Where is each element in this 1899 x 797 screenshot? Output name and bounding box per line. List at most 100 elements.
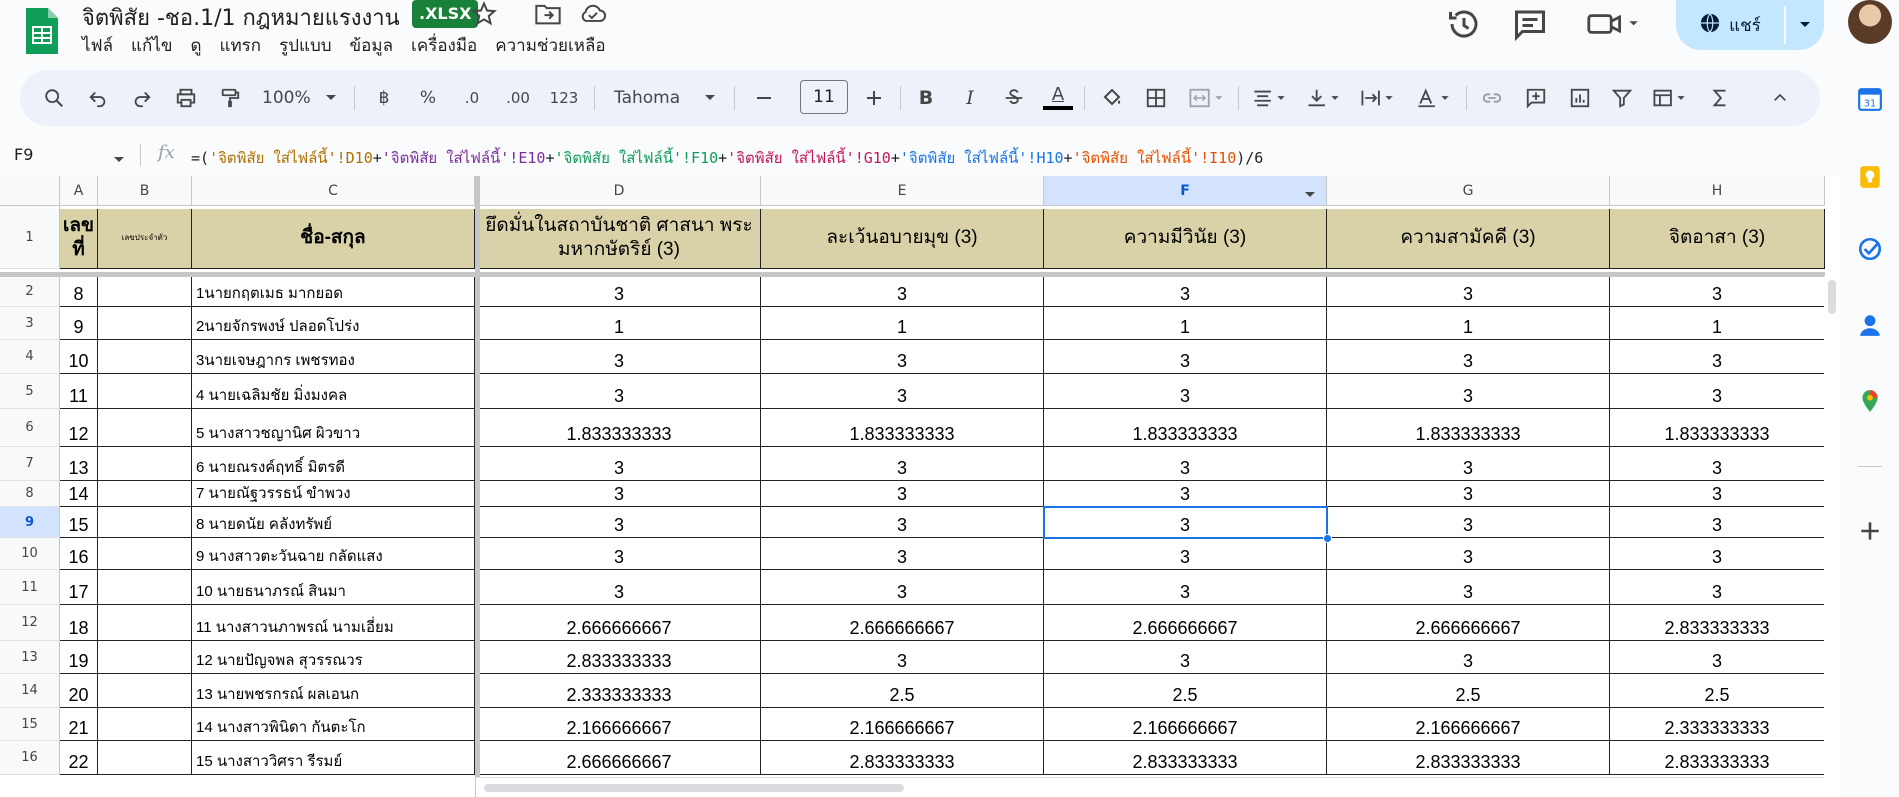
cell-a13[interactable]: 19 bbox=[60, 641, 98, 674]
column-header-f[interactable]: F bbox=[1044, 176, 1327, 206]
column-header-b[interactable]: B bbox=[98, 176, 192, 206]
text-wrapping-icon[interactable] bbox=[1354, 80, 1402, 116]
cell-d3[interactable]: 1 bbox=[478, 307, 761, 340]
cell-g14[interactable]: 2.5 bbox=[1327, 674, 1610, 708]
cell-c6[interactable]: 5 นางสาวชญานิศ ผิวขาว bbox=[192, 409, 475, 447]
cell-b4[interactable] bbox=[98, 340, 192, 374]
cell-b16[interactable] bbox=[98, 741, 192, 775]
cell-h13[interactable]: 3 bbox=[1610, 641, 1825, 674]
cell-g16[interactable]: 2.833333333 bbox=[1327, 741, 1610, 775]
row-header-1[interactable]: 1 bbox=[0, 206, 60, 269]
merge-cells-icon[interactable] bbox=[1182, 80, 1230, 116]
text-rotation-icon[interactable] bbox=[1410, 80, 1458, 116]
cell-b10[interactable] bbox=[98, 538, 192, 570]
cell-a3[interactable]: 9 bbox=[60, 307, 98, 340]
select-all-corner[interactable] bbox=[0, 176, 60, 206]
add-addon-icon[interactable] bbox=[1857, 518, 1883, 544]
cell-a10[interactable]: 16 bbox=[60, 538, 98, 570]
header-cell-b[interactable]: เลขประจำตัว bbox=[98, 209, 192, 269]
vertical-align-icon[interactable] bbox=[1300, 80, 1348, 116]
cell-g7[interactable]: 3 bbox=[1327, 447, 1610, 481]
cell-f6[interactable]: 1.833333333 bbox=[1044, 409, 1327, 447]
name-box[interactable]: F9 bbox=[14, 145, 33, 164]
cell-c5[interactable]: 4 นายเฉลิมชัย มิ่งมงคล bbox=[192, 374, 475, 409]
insert-comment-icon[interactable] bbox=[1518, 80, 1554, 116]
cell-g9[interactable]: 3 bbox=[1327, 507, 1610, 538]
cell-f3[interactable]: 1 bbox=[1044, 307, 1327, 340]
cell-b13[interactable] bbox=[98, 641, 192, 674]
cell-h12[interactable]: 2.833333333 bbox=[1610, 605, 1825, 641]
column-header-h[interactable]: H bbox=[1610, 176, 1825, 206]
horizontal-align-icon[interactable] bbox=[1246, 80, 1294, 116]
cell-c4[interactable]: 3นายเจษฎากร เพชรทอง bbox=[192, 340, 475, 374]
column-header-g[interactable]: G bbox=[1327, 176, 1610, 206]
cell-e5[interactable]: 3 bbox=[761, 374, 1044, 409]
row-header[interactable]: 11 bbox=[0, 570, 60, 605]
menu-edit[interactable]: แก้ไข bbox=[131, 32, 181, 59]
name-box-dropdown-icon[interactable] bbox=[113, 149, 125, 168]
header-cell-h[interactable]: จิตอาสา (3) bbox=[1610, 209, 1825, 269]
collapse-toolbar-icon[interactable] bbox=[1762, 80, 1798, 116]
cell-g15[interactable]: 2.166666667 bbox=[1327, 708, 1610, 741]
bold-button[interactable]: B bbox=[908, 80, 944, 116]
cell-d2[interactable]: 3 bbox=[478, 277, 761, 307]
cell-f7[interactable]: 3 bbox=[1044, 447, 1327, 481]
cell-d9[interactable]: 3 bbox=[478, 507, 761, 538]
sheets-logo-icon[interactable] bbox=[24, 6, 60, 56]
cell-c11[interactable]: 10 นายธนาภรณ์ สินมา bbox=[192, 570, 475, 605]
cell-d10[interactable]: 3 bbox=[478, 538, 761, 570]
menu-format[interactable]: รูปแบบ bbox=[279, 32, 340, 59]
cell-h10[interactable]: 3 bbox=[1610, 538, 1825, 570]
cell-e10[interactable]: 3 bbox=[761, 538, 1044, 570]
fill-handle[interactable] bbox=[1323, 534, 1332, 543]
menu-data[interactable]: ข้อมูล bbox=[350, 32, 402, 59]
menu-insert[interactable]: แทรก bbox=[219, 32, 270, 59]
cell-f12[interactable]: 2.666666667 bbox=[1044, 605, 1327, 641]
cell-d14[interactable]: 2.333333333 bbox=[478, 674, 761, 708]
row-header[interactable]: 15 bbox=[0, 708, 60, 741]
redo-icon[interactable] bbox=[124, 80, 160, 116]
cell-e3[interactable]: 1 bbox=[761, 307, 1044, 340]
cell-h6[interactable]: 1.833333333 bbox=[1610, 409, 1825, 447]
cell-d15[interactable]: 2.166666667 bbox=[478, 708, 761, 741]
italic-button[interactable]: I bbox=[952, 80, 988, 116]
strikethrough-icon[interactable] bbox=[996, 80, 1032, 116]
cell-d6[interactable]: 1.833333333 bbox=[478, 409, 761, 447]
number-format-button[interactable]: 123 bbox=[544, 80, 584, 116]
cell-e11[interactable]: 3 bbox=[761, 570, 1044, 605]
share-dropdown-icon[interactable] bbox=[1786, 0, 1824, 50]
cell-f14[interactable]: 2.5 bbox=[1044, 674, 1327, 708]
star-icon[interactable] bbox=[470, 0, 498, 28]
column-header-e[interactable]: E bbox=[761, 176, 1044, 206]
cell-b15[interactable] bbox=[98, 708, 192, 741]
cell-h15[interactable]: 2.333333333 bbox=[1610, 708, 1825, 741]
cell-b7[interactable] bbox=[98, 447, 192, 481]
filter-icon[interactable] bbox=[1604, 80, 1640, 116]
cell-d12[interactable]: 2.666666667 bbox=[478, 605, 761, 641]
cell-a4[interactable]: 10 bbox=[60, 340, 98, 374]
print-icon[interactable] bbox=[168, 80, 204, 116]
text-color-button[interactable]: A bbox=[1040, 80, 1076, 116]
cell-d7[interactable]: 3 bbox=[478, 447, 761, 481]
cell-h3[interactable]: 1 bbox=[1610, 307, 1825, 340]
filter-views-icon[interactable] bbox=[1646, 80, 1694, 116]
cell-h2[interactable]: 3 bbox=[1610, 277, 1825, 307]
horizontal-scrollbar[interactable] bbox=[476, 777, 1824, 797]
meet-video-icon[interactable] bbox=[1586, 6, 1642, 42]
header-cell-d[interactable]: ยึดมั่นในสถาบันชาติ ศาสนา พระมหากษัตริย์… bbox=[478, 209, 761, 269]
fill-color-icon[interactable] bbox=[1094, 80, 1130, 116]
row-header[interactable]: 13 bbox=[0, 641, 60, 674]
spreadsheet-grid[interactable]: A B C D E F G H 1 เลขที่ เลขประจำตัว ชื่อ-สกุล ยึดมั… bbox=[0, 176, 1840, 797]
cell-f2[interactable]: 3 bbox=[1044, 277, 1327, 307]
cell-d5[interactable]: 3 bbox=[478, 374, 761, 409]
cell-g2[interactable]: 3 bbox=[1327, 277, 1610, 307]
cell-e13[interactable]: 3 bbox=[761, 641, 1044, 674]
cell-c10[interactable]: 9 นางสาวตะวันฉาย กลัดแสง bbox=[192, 538, 475, 570]
cell-a14[interactable]: 20 bbox=[60, 674, 98, 708]
menu-view[interactable]: ดู bbox=[190, 32, 210, 59]
cell-b2[interactable] bbox=[98, 277, 192, 307]
cell-g12[interactable]: 2.666666667 bbox=[1327, 605, 1610, 641]
cell-a8[interactable]: 14 bbox=[60, 481, 98, 507]
cell-b12[interactable] bbox=[98, 605, 192, 641]
cell-a7[interactable]: 13 bbox=[60, 447, 98, 481]
